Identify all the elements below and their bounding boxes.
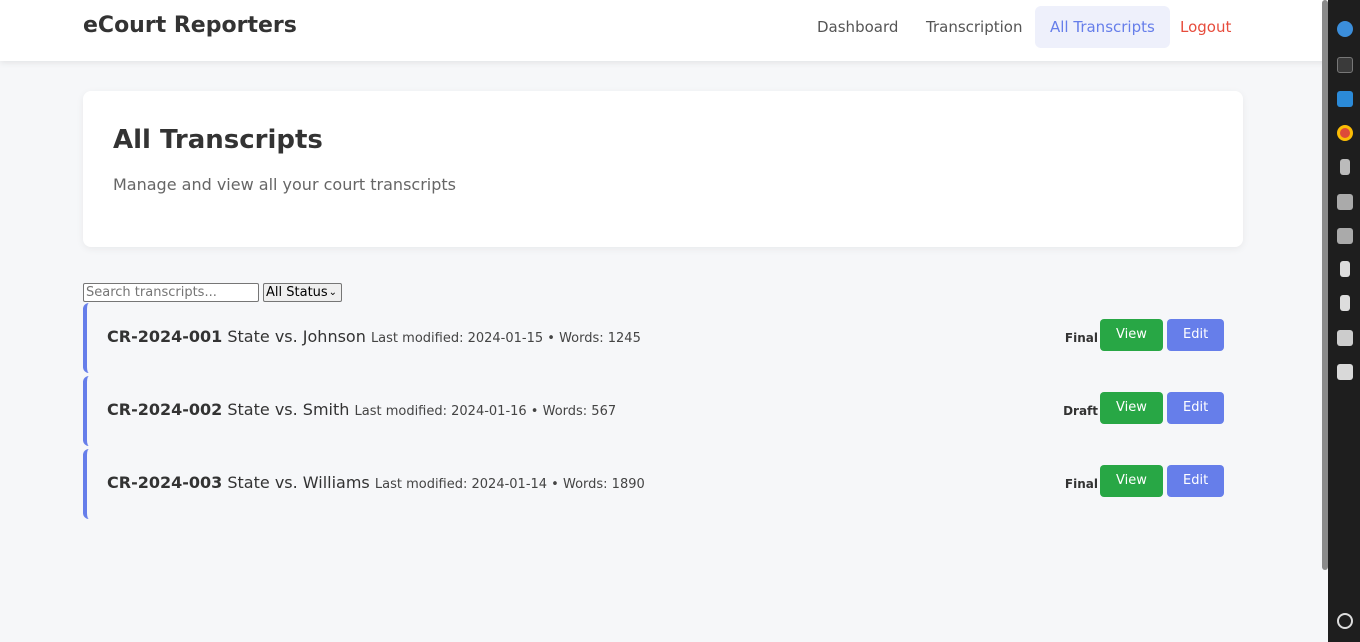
terminal-icon[interactable] bbox=[1337, 57, 1353, 73]
page-header-card: All Transcripts Manage and view all your… bbox=[83, 91, 1243, 247]
edit-button[interactable]: Edit bbox=[1167, 319, 1225, 351]
transcript-row: CR-2024-003 State vs. Williams Last modi… bbox=[83, 449, 1243, 519]
case-name: State vs. Johnson bbox=[227, 327, 366, 346]
status-filter-value: All Status bbox=[266, 285, 328, 300]
case-meta: Last modified: 2024-01-14 • Words: 1890 bbox=[374, 477, 645, 492]
vscode-icon[interactable] bbox=[1337, 91, 1353, 107]
transcript-info: CR-2024-001 State vs. Johnson Last modif… bbox=[107, 327, 641, 346]
status-badge: Final bbox=[1064, 331, 1098, 345]
page-title: All Transcripts bbox=[113, 125, 323, 155]
transcript-row: CR-2024-002 State vs. Smith Last modifie… bbox=[83, 376, 1243, 446]
nav-all-transcripts[interactable]: All Transcripts bbox=[1035, 6, 1170, 48]
edit-button[interactable]: Edit bbox=[1167, 465, 1225, 497]
disk-icon[interactable] bbox=[1337, 228, 1353, 244]
transcript-info: CR-2024-003 State vs. Williams Last modi… bbox=[107, 473, 645, 492]
nav-logout[interactable]: Logout bbox=[1165, 6, 1246, 48]
case-name: State vs. Williams bbox=[227, 473, 370, 492]
status-badge: Draft bbox=[1063, 404, 1098, 418]
device-icon[interactable] bbox=[1340, 295, 1350, 311]
case-meta: Last modified: 2024-01-16 • Words: 567 bbox=[354, 404, 617, 419]
brand-logo[interactable]: eCourt Reporters bbox=[83, 13, 297, 38]
page-subtitle: Manage and view all your court transcrip… bbox=[113, 175, 456, 194]
help-icon[interactable] bbox=[1337, 21, 1353, 37]
drive-icon[interactable] bbox=[1340, 159, 1350, 175]
case-id: CR-2024-003 bbox=[107, 473, 223, 492]
case-name: State vs. Smith bbox=[227, 400, 350, 419]
page: eCourt Reporters Dashboard Transcription… bbox=[0, 0, 1328, 642]
camera-icon[interactable] bbox=[1337, 330, 1353, 346]
system-dock bbox=[1328, 0, 1360, 642]
settings-icon[interactable] bbox=[1337, 613, 1353, 629]
chrome-icon[interactable] bbox=[1337, 125, 1353, 141]
edit-button[interactable]: Edit bbox=[1167, 392, 1225, 424]
trash-icon[interactable] bbox=[1337, 364, 1353, 380]
disk-icon[interactable] bbox=[1337, 194, 1353, 210]
case-meta: Last modified: 2024-01-15 • Words: 1245 bbox=[370, 331, 641, 346]
status-badge: Final bbox=[1064, 477, 1098, 491]
device-icon[interactable] bbox=[1340, 261, 1350, 277]
case-id: CR-2024-002 bbox=[107, 400, 223, 419]
chevron-down-icon: ⌄ bbox=[328, 287, 337, 298]
transcript-row: CR-2024-001 State vs. Johnson Last modif… bbox=[83, 303, 1243, 373]
transcript-info: CR-2024-002 State vs. Smith Last modifie… bbox=[107, 400, 616, 419]
search-input[interactable] bbox=[83, 283, 259, 302]
navbar: eCourt Reporters Dashboard Transcription… bbox=[0, 0, 1328, 61]
case-id: CR-2024-001 bbox=[107, 327, 223, 346]
view-button[interactable]: View bbox=[1100, 465, 1163, 497]
nav-dashboard[interactable]: Dashboard bbox=[802, 6, 913, 48]
status-filter-select[interactable]: All Status ⌄ bbox=[263, 283, 342, 302]
view-button[interactable]: View bbox=[1100, 392, 1163, 424]
nav-transcription[interactable]: Transcription bbox=[911, 6, 1037, 48]
view-button[interactable]: View bbox=[1100, 319, 1163, 351]
